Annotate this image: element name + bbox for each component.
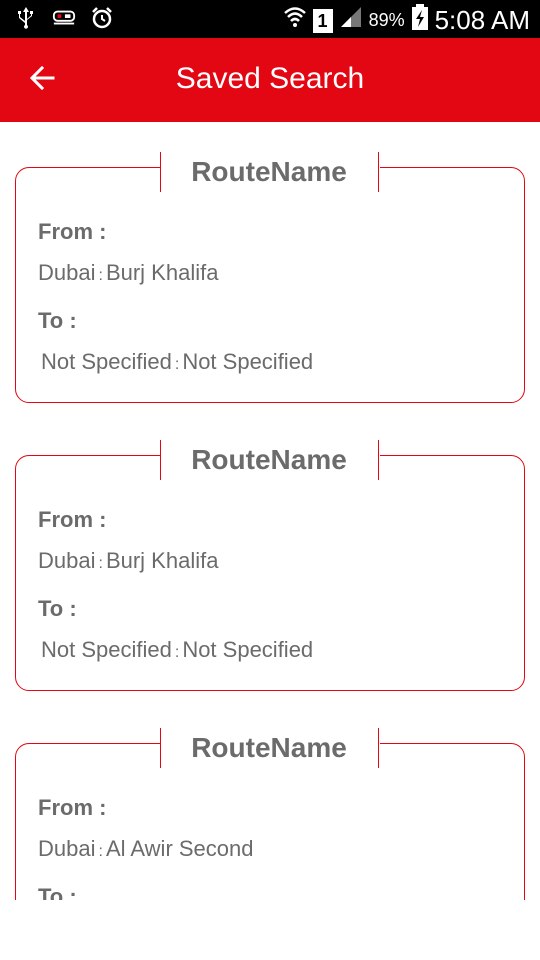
to-label: To : [38, 308, 77, 333]
battery-percent: 89% [368, 10, 405, 30]
legend-divider [378, 152, 379, 192]
page-title: Saved Search [175, 62, 365, 95]
separator: : [98, 555, 103, 572]
to-label: To : [38, 884, 77, 900]
from-place: Al Awir Second [105, 836, 254, 861]
from-value: Dubai: Burj Khalifa [38, 260, 218, 286]
from-place: Burj Khalifa [105, 260, 219, 285]
sim-icon: 1 [312, 8, 333, 33]
clock: 5:08 AM [434, 5, 530, 35]
separator: : [174, 644, 180, 661]
separator: : [174, 356, 180, 373]
to-place: Not Specified [182, 349, 314, 374]
signal-icon [339, 5, 363, 36]
wifi-icon [283, 5, 307, 36]
from-label: From : [38, 219, 107, 244]
battery-icon [411, 4, 429, 37]
to-place: Not Specified [182, 637, 314, 662]
to-value: Not Specified: Not Specified [41, 349, 313, 375]
saved-search-list[interactable]: RouteName From : Dubai: Burj Khalifa To :… [0, 122, 540, 900]
to-city: Not Specified [41, 349, 172, 374]
route-name: RouteName [191, 444, 347, 475]
legend-divider [378, 728, 379, 768]
from-city: Dubai [38, 836, 96, 861]
from-value: Dubai: Burj Khalifa [38, 548, 218, 574]
status-bar: 1 89% 5:08 AM [0, 0, 540, 38]
to-city: Not Specified [41, 637, 172, 662]
from-city: Dubai [38, 548, 96, 573]
route-name: RouteName [191, 732, 347, 763]
alarm-icon [90, 6, 114, 30]
usb-icon [14, 6, 38, 30]
from-label: From : [38, 795, 107, 820]
from-place: Burj Khalifa [105, 548, 219, 573]
legend-divider [378, 440, 379, 480]
app-icon [52, 6, 76, 30]
separator: : [98, 267, 103, 284]
route-name: RouteName [191, 156, 347, 187]
app-bar: Saved Search [0, 38, 540, 122]
to-label: To : [38, 596, 77, 621]
from-value: Dubai: Al Awir Second [38, 836, 254, 862]
status-left-icons [14, 6, 114, 30]
from-city: Dubai [38, 260, 96, 285]
separator: : [98, 843, 103, 860]
status-right: 1 89% 5:08 AM [283, 4, 530, 37]
to-value: Not Specified: Not Specified [41, 637, 313, 663]
from-label: From : [38, 507, 107, 532]
